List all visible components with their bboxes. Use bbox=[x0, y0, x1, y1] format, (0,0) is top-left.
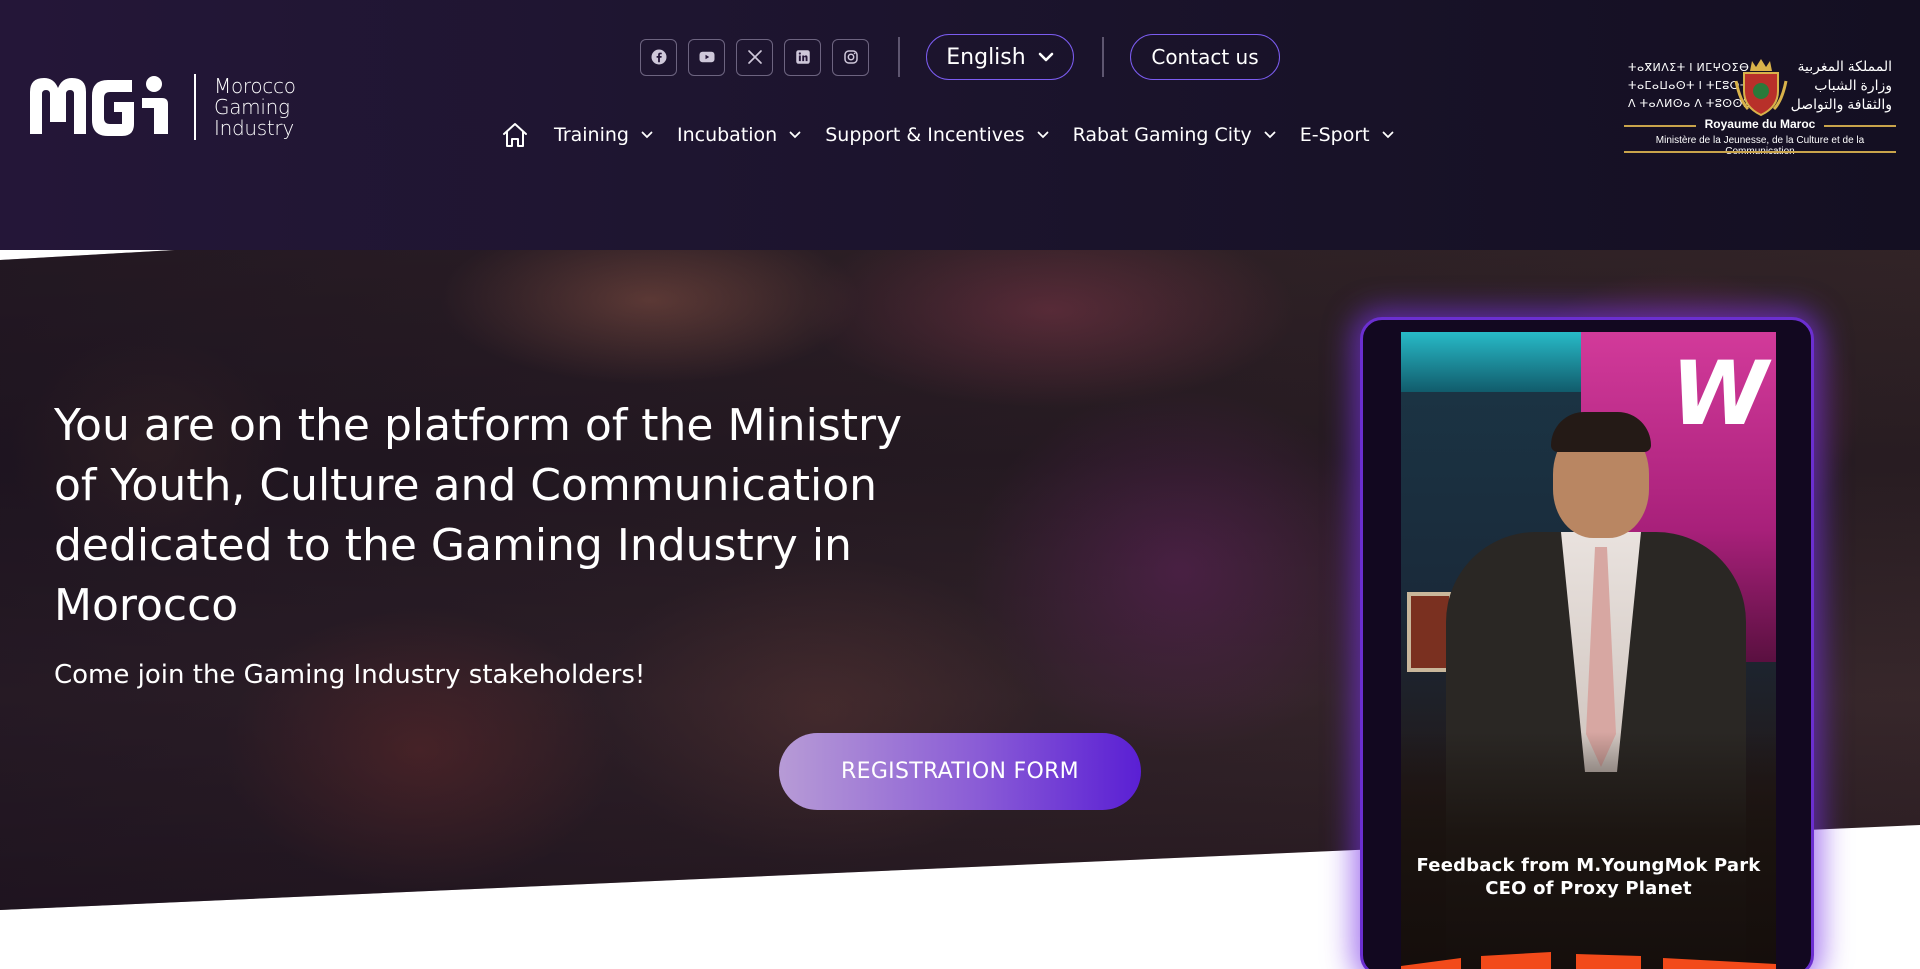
testimonial-video-card[interactable]: W Feedback from M.YoungMok Park CEO of P… bbox=[1360, 317, 1814, 969]
nav-item-label: Incubation bbox=[676, 124, 778, 146]
arabic-line: المملكة المغربية bbox=[1797, 58, 1892, 74]
hero-title: You are on the platform of the Ministry … bbox=[54, 400, 903, 631]
site-header: Morocco Gaming Industry English Contact … bbox=[0, 0, 1920, 250]
nav-item-support-incentives[interactable]: Support & Incentives bbox=[825, 124, 1049, 146]
chevron-down-icon bbox=[789, 131, 801, 139]
x-icon bbox=[747, 50, 762, 64]
instagram-icon bbox=[843, 50, 858, 64]
facebook-link[interactable] bbox=[640, 38, 677, 76]
chevron-down-icon bbox=[1382, 131, 1394, 139]
logo-text-line: Gaming bbox=[214, 94, 290, 119]
chevron-down-icon bbox=[1038, 52, 1054, 62]
site-logo[interactable]: Morocco Gaming Industry bbox=[26, 72, 296, 142]
x-link[interactable] bbox=[736, 38, 773, 76]
nav-item-label: E-Sport bbox=[1299, 124, 1370, 146]
ministry-arabic-text: المملكة المغربية وزارة الشباب والثقافة و… bbox=[1791, 57, 1892, 114]
ministry-royaume-label: Royaume du Maroc bbox=[1704, 117, 1816, 131]
video-scene-ceiling bbox=[1401, 332, 1601, 392]
video-speaker-hair bbox=[1551, 412, 1651, 452]
video-caption: Feedback from M.YoungMok Park CEO of Pro… bbox=[1401, 854, 1776, 900]
logo-wordmark: Morocco Gaming Industry bbox=[214, 73, 296, 140]
contact-us-button[interactable]: Contact us bbox=[1130, 34, 1280, 80]
logo-divider bbox=[194, 74, 196, 140]
video-caption-line: CEO of Proxy Planet bbox=[1485, 878, 1692, 899]
chevron-down-icon bbox=[1264, 131, 1276, 139]
mgi-logo-mark bbox=[30, 76, 168, 136]
ministry-name-label: Ministère de la Jeunesse, de la Culture … bbox=[1655, 135, 1865, 157]
video-caption-line: Feedback from M.YoungMok Park bbox=[1416, 855, 1761, 876]
nav-item-training[interactable]: Training bbox=[554, 124, 653, 146]
youtube-link[interactable] bbox=[688, 38, 725, 76]
home-icon[interactable] bbox=[500, 120, 530, 150]
arabic-line: وزارة الشباب bbox=[1814, 77, 1892, 93]
linkedin-link[interactable] bbox=[784, 38, 821, 76]
chevron-down-icon bbox=[641, 131, 653, 139]
nav-item-label: Rabat Gaming City bbox=[1072, 124, 1252, 146]
main-nav: Training Incubation Support & Incentives… bbox=[500, 120, 1418, 150]
ministry-logo[interactable]: ⵜⴰⴳⵍⴷⵉⵜ ⵏ ⵍⵎⵖⵔⵉⴱ ⵜⴰⵎⴰⵡⴰⵙⵜ ⵏ ⵜⵎⵓⵔⵜ ⴷ ⵜⴰⴷⵍ… bbox=[1624, 55, 1896, 157]
registration-form-button[interactable]: REGISTRATION FORM bbox=[779, 733, 1141, 810]
gold-divider bbox=[1624, 151, 1896, 153]
nav-item-label: Training bbox=[554, 124, 629, 146]
hero-subtitle: Come join the Gaming Industry stakeholde… bbox=[54, 660, 646, 690]
language-selector[interactable]: English bbox=[926, 34, 1074, 80]
nav-item-incubation[interactable]: Incubation bbox=[677, 124, 801, 146]
nav-item-e-sport[interactable]: E-Sport bbox=[1300, 124, 1394, 146]
video-sign-letter: W bbox=[1671, 342, 1769, 445]
youtube-icon bbox=[699, 51, 714, 63]
video-player[interactable]: W Feedback from M.YoungMok Park CEO of P… bbox=[1401, 332, 1776, 969]
video-orange-graphic bbox=[1401, 952, 1776, 969]
facebook-icon bbox=[651, 49, 666, 65]
nav-item-rabat-gaming-city[interactable]: Rabat Gaming City bbox=[1073, 124, 1276, 146]
instagram-link[interactable] bbox=[832, 38, 869, 76]
chevron-down-icon bbox=[1037, 131, 1049, 139]
logo-text-line: Industry bbox=[214, 115, 294, 140]
royal-emblem-icon bbox=[1734, 59, 1788, 117]
logo-text-line: Morocco bbox=[214, 73, 296, 98]
arabic-line: والثقافة والتواصل bbox=[1790, 96, 1892, 112]
language-selected-label: English bbox=[946, 44, 1026, 70]
social-links: English Contact us bbox=[640, 34, 1280, 80]
linkedin-icon bbox=[795, 50, 810, 64]
nav-item-label: Support & Incentives bbox=[825, 124, 1025, 146]
header-separator bbox=[1102, 37, 1104, 77]
header-separator bbox=[898, 37, 900, 77]
video-bottom-shade bbox=[1401, 732, 1776, 969]
